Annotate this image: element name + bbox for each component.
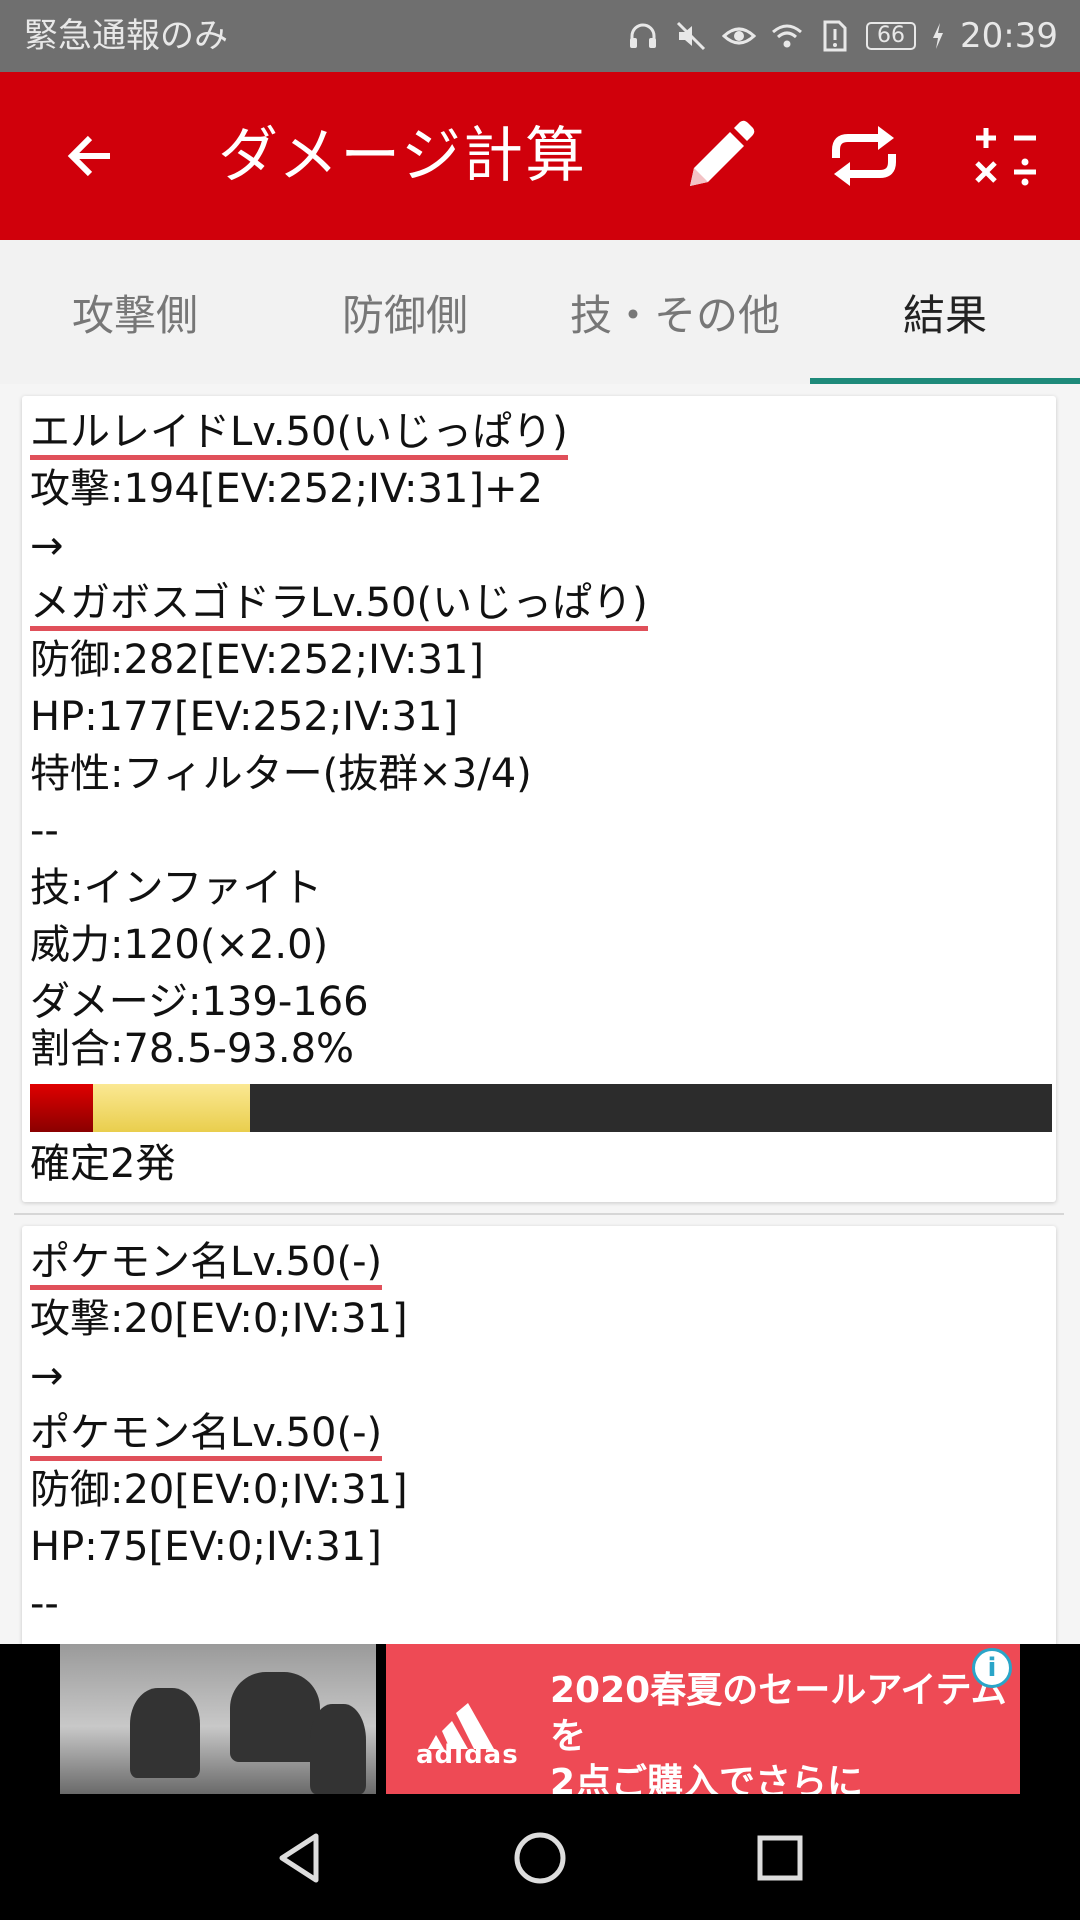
edit-button[interactable] <box>676 114 760 198</box>
defender-ability: 特性:フィルター(抜群×3/4) <box>30 751 532 797</box>
defender-stat: 防御:282[EV:252;IV:31] <box>30 637 484 683</box>
carrier-text: 緊急通報のみ <box>24 16 228 56</box>
ad-line-1: 2020春夏のセールアイテムを <box>550 1670 1007 1757</box>
divider-text: -- <box>30 1581 59 1627</box>
charging-icon <box>930 19 946 53</box>
nav-back-button[interactable] <box>260 1818 340 1898</box>
damage-ratio: 割合:78.5-93.8% <box>30 1026 355 1072</box>
tab-defender[interactable]: 防御側 <box>270 240 540 384</box>
nav-home-button[interactable] <box>500 1818 580 1898</box>
mute-icon <box>674 19 708 53</box>
defender-hp: HP:75[EV:0;IV:31] <box>30 1524 382 1570</box>
battery-icon: 66 <box>866 22 917 50</box>
attacker-name: エルレイドLv.50(いじっぱり) <box>30 409 568 460</box>
recents-square-icon <box>757 1835 803 1881</box>
swap-button[interactable] <box>822 114 906 198</box>
home-circle-icon <box>514 1832 566 1884</box>
alert-icon <box>818 19 852 53</box>
pencil-icon <box>690 120 755 186</box>
arrow-left-icon <box>67 135 110 177</box>
damage-bar-remaining-hp <box>30 1084 94 1132</box>
status-bar: 緊急通報のみ 66 20:39 <box>0 0 1080 72</box>
result-card: ポケモン名Lv.50(-) 攻撃:20[EV:0;IV:31] → ポケモン名L… <box>22 1226 1056 1644</box>
calculator-button[interactable] <box>964 114 1048 198</box>
result-card: エルレイドLv.50(いじっぱり) 攻撃:194[EV:252;IV:31]+2… <box>22 396 1056 1202</box>
damage-bar-range <box>93 1084 250 1132</box>
defender-stat: 防御:20[EV:0;IV:31] <box>30 1467 408 1513</box>
ad-panel[interactable]: adidas 2020春夏のセールアイテムを 2点ご購入でさらに20%OFF <box>386 1644 1020 1849</box>
arrow-text: → <box>30 523 64 569</box>
defender-name: メガボスゴドラLv.50(いじっぱり) <box>30 580 648 631</box>
ad-brand: adidas <box>416 1740 519 1770</box>
calculator-icon <box>975 128 1036 186</box>
headphones-icon <box>626 19 660 53</box>
status-icons: 66 20:39 <box>626 14 1058 58</box>
defender-hp: HP:177[EV:252;IV:31] <box>30 694 459 740</box>
move-name: 技:インファイト <box>30 865 323 911</box>
defender-name: ポケモン名Lv.50(-) <box>30 1410 383 1461</box>
attacker-stat: 攻撃:194[EV:252;IV:31]+2 <box>30 466 543 512</box>
app-bar: ダメージ計算 <box>0 72 1080 240</box>
results-list[interactable]: エルレイドLv.50(いじっぱり) 攻撃:194[EV:252;IV:31]+2… <box>0 384 1080 1644</box>
attacker-stat: 攻撃:20[EV:0;IV:31] <box>30 1296 408 1342</box>
ko-verdict: 確定2発 <box>30 1141 176 1187</box>
tab-result[interactable]: 結果 <box>810 240 1080 384</box>
back-triangle-icon <box>279 1833 319 1883</box>
damage-range: ダメージ:139-166 <box>30 979 369 1025</box>
back-button[interactable] <box>50 116 130 196</box>
ad-info-icon[interactable]: i <box>972 1648 1012 1688</box>
ad-image <box>60 1644 376 1794</box>
nav-recents-button[interactable] <box>740 1818 820 1898</box>
move-power: 威力:120(×2.0) <box>30 922 329 968</box>
page-title: ダメージ計算 <box>218 121 587 191</box>
navigation-bar <box>0 1794 1080 1920</box>
tab-move-other[interactable]: 技・その他 <box>540 240 810 384</box>
arrow-text: → <box>30 1353 64 1399</box>
tab-attacker[interactable]: 攻撃側 <box>0 240 270 384</box>
wifi-icon <box>770 19 804 53</box>
attacker-name: ポケモン名Lv.50(-) <box>30 1239 383 1290</box>
card-separator <box>14 1213 1064 1215</box>
damage-bar <box>30 1084 1052 1132</box>
divider-text: -- <box>30 808 59 854</box>
swap-icon <box>832 126 896 186</box>
ad-banner[interactable]: adidas 2020春夏のセールアイテムを 2点ご購入でさらに20%OFF i <box>0 1644 1080 1849</box>
tab-bar: 攻撃側 防御側 技・その他 結果 <box>0 240 1080 384</box>
eye-icon <box>722 19 757 53</box>
clock: 20:39 <box>960 16 1058 56</box>
